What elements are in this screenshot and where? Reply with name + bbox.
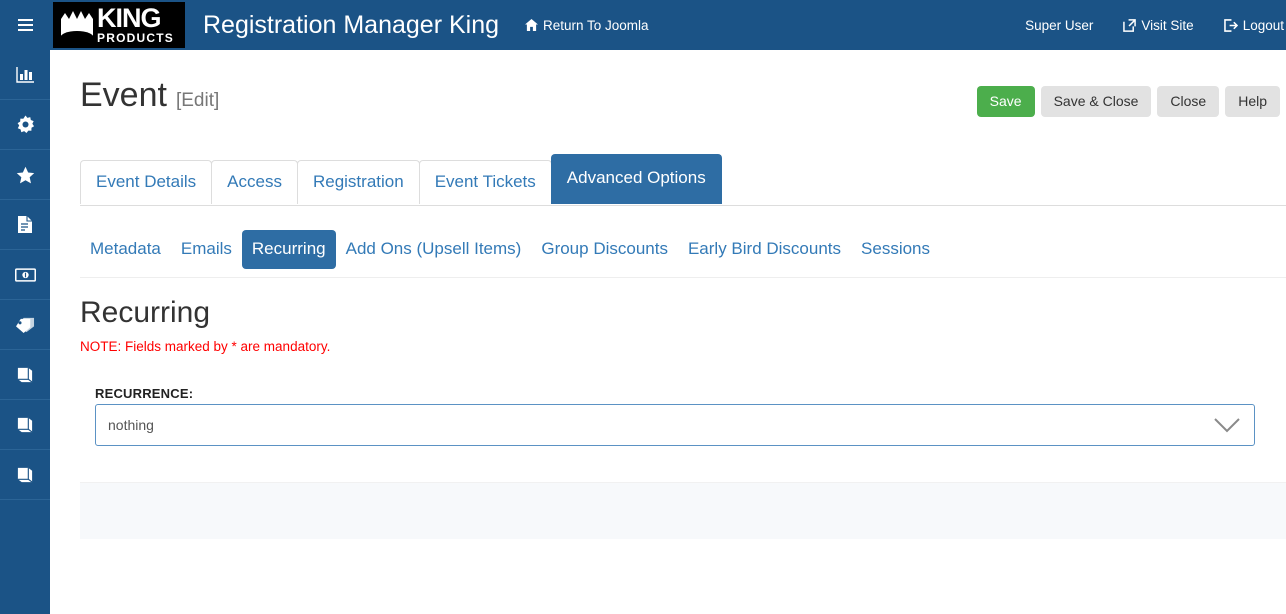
sub-tab-bar-divider	[80, 277, 1286, 278]
sidebar-item-settings[interactable]	[0, 100, 50, 150]
tags-icon	[15, 317, 34, 333]
book-icon	[17, 417, 33, 433]
subtab-recurring[interactable]: Recurring	[241, 230, 336, 269]
sidebar-item-featured[interactable]	[0, 150, 50, 200]
tab-advanced-options[interactable]: Advanced Options	[550, 154, 722, 204]
sidebar-item-book-2[interactable]	[0, 400, 50, 450]
hamburger-icon[interactable]	[0, 0, 50, 50]
hamburger-bar	[17, 29, 33, 31]
save-and-close-button[interactable]: Save & Close	[1040, 86, 1152, 117]
chart-bar-icon	[15, 67, 34, 83]
main-tab-bar: Event Details Access Registration Event …	[80, 154, 1286, 204]
subtab-early-bird-discounts[interactable]: Early Bird Discounts	[678, 230, 851, 269]
close-button[interactable]: Close	[1157, 86, 1220, 117]
help-button[interactable]: Help	[1225, 86, 1280, 117]
tab-bar-divider	[80, 205, 1286, 206]
sub-tab-bar: Metadata Emails Recurring Add Ons (Upsel…	[80, 230, 1286, 269]
recurrence-select[interactable]: nothing	[95, 404, 1255, 446]
subtab-emails[interactable]: Emails	[171, 230, 242, 269]
hamburger-bar	[17, 24, 33, 26]
page-edit-tag: [Edit]	[175, 90, 220, 111]
subtab-metadata[interactable]: Metadata	[80, 230, 171, 269]
page-title: Event	[80, 76, 167, 114]
sidebar-item-book-3[interactable]	[0, 450, 50, 500]
sidebar-item-invoices[interactable]	[0, 200, 50, 250]
visit-site-label: Visit Site	[1141, 17, 1194, 33]
visit-site-link[interactable]: Visit Site	[1123, 17, 1194, 33]
app-title: Registration Manager King	[203, 10, 499, 39]
sidebar-item-payments[interactable]	[0, 250, 50, 300]
tab-access[interactable]: Access	[211, 160, 298, 204]
sidebar-item-book-1[interactable]	[0, 350, 50, 400]
crown-icon	[60, 11, 94, 39]
toolbar-buttons: Save Save & Close Close Help	[976, 86, 1280, 117]
sidebar-item-dashboard[interactable]	[0, 50, 50, 100]
top-header-bar: KING PRODUCTS Registration Manager King …	[0, 0, 1286, 50]
current-user-name: Super User	[1025, 17, 1094, 33]
brand-sub-text: PRODUCTS	[97, 31, 174, 45]
header-right-group: Super User Visit Site Logout	[1025, 18, 1286, 33]
brand-logo[interactable]: KING PRODUCTS	[53, 2, 185, 48]
subtab-group-discounts[interactable]: Group Discounts	[531, 230, 678, 269]
recurrence-select-wrapper: nothing	[95, 404, 1255, 446]
tab-registration[interactable]: Registration	[296, 160, 420, 204]
brand-main-text: KING	[97, 3, 161, 33]
section-heading: Recurring	[80, 296, 211, 329]
left-sidebar	[0, 50, 50, 614]
form-footer-panel	[80, 482, 1286, 539]
gear-icon	[17, 115, 34, 133]
page-header: Event [Edit]	[80, 76, 219, 114]
logout-label: Logout	[1242, 17, 1284, 33]
logout-link[interactable]: Logout	[1223, 17, 1284, 33]
subtab-sessions[interactable]: Sessions	[851, 230, 940, 269]
book-icon	[17, 467, 33, 483]
recurrence-field-label: RECURRENCE:	[95, 386, 194, 401]
external-link-icon	[1123, 18, 1137, 32]
tab-event-details[interactable]: Event Details	[80, 160, 213, 204]
sidebar-item-tags[interactable]	[0, 300, 50, 350]
sign-out-icon	[1223, 18, 1238, 32]
star-icon	[16, 166, 34, 183]
return-to-joomla-label: Return To Joomla	[543, 17, 649, 33]
subtab-add-ons[interactable]: Add Ons (Upsell Items)	[336, 230, 532, 269]
file-invoice-icon	[18, 216, 32, 233]
tab-event-tickets[interactable]: Event Tickets	[418, 160, 552, 204]
save-button[interactable]: Save	[976, 86, 1035, 117]
return-to-joomla-link[interactable]: Return To Joomla	[525, 18, 649, 33]
money-bill-icon	[14, 267, 36, 282]
hamburger-bar	[17, 19, 33, 21]
book-icon	[17, 367, 33, 383]
home-icon	[525, 19, 538, 31]
mandatory-fields-note: NOTE: Fields marked by * are mandatory.	[80, 339, 331, 354]
main-content: Event [Edit] Save Save & Close Close Hel…	[50, 50, 1286, 614]
